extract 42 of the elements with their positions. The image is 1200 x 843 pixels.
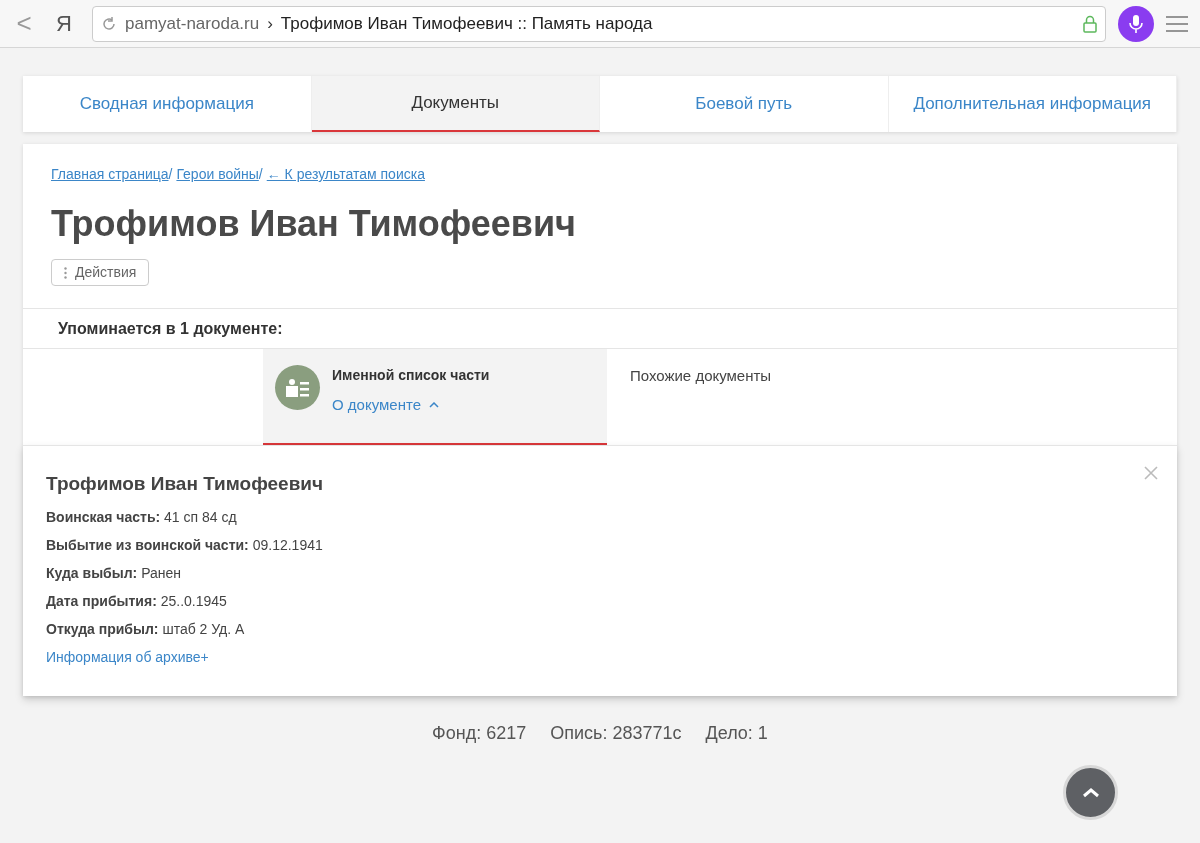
document-card[interactable]: Именной список части О документе — [263, 349, 607, 445]
reload-icon[interactable] — [101, 15, 117, 32]
breadcrumb-link[interactable]: ← К результатам поиска — [266, 164, 425, 185]
menu-icon[interactable] — [1166, 15, 1188, 32]
browser-logo[interactable]: Я — [48, 7, 80, 40]
detail-field: Дата прибытия: 25..0.1945 — [46, 590, 1154, 612]
archive-reference: Опись: 283771с — [550, 721, 682, 745]
detail-field: Откуда прибыл: штаб 2 Уд. А — [46, 618, 1154, 640]
detail-field: Выбытие из воинской части: 09.12.1941 — [46, 534, 1154, 556]
close-icon[interactable] — [1144, 466, 1158, 480]
chevron-up-icon — [429, 402, 439, 409]
archive-reference: Дело: 1 — [705, 721, 768, 745]
detail-field: Воинская часть: 41 сп 84 сд — [46, 506, 1154, 528]
detail-field: Куда выбыл: Ранен — [46, 562, 1154, 584]
lock-icon — [1083, 14, 1097, 33]
tab[interactable]: Дополнительная информация — [888, 76, 1177, 132]
person-name: Трофимов Иван Тимофеевич — [51, 202, 577, 246]
scroll-to-top-button[interactable] — [1063, 765, 1118, 820]
page-title: Трофимов Иван Тимофеевич :: Память народа — [280, 12, 654, 35]
breadcrumb-link[interactable]: Главная страница — [51, 164, 169, 185]
url-separator: › — [267, 12, 273, 35]
archive-info-link[interactable]: Информация об архиве+ — [46, 646, 209, 668]
archive-reference: Фонд: 6217 — [432, 721, 527, 745]
document-icon — [275, 365, 320, 410]
mentions-heading: Упоминается в 1 документе: — [58, 318, 283, 339]
tab[interactable]: Боевой путь — [600, 76, 889, 132]
voice-search-button[interactable] — [1118, 5, 1154, 42]
chevron-up-icon — [1081, 787, 1100, 798]
address-bar[interactable]: pamyat-naroda.ru › Трофимов Иван Тимофеевич :: Память народа — [92, 5, 1106, 42]
breadcrumb-separator: / — [168, 165, 173, 184]
back-button[interactable]: < — [12, 4, 36, 43]
url-domain: pamyat-naroda.ru — [125, 12, 260, 35]
breadcrumb-separator: / — [258, 165, 263, 184]
document-title: Именной список части — [332, 366, 490, 385]
tab[interactable]: Сводная информация — [23, 76, 312, 132]
detail-name: Трофимов Иван Тимофеевич — [46, 472, 324, 496]
about-document-link[interactable]: О документе — [332, 394, 490, 417]
more-vertical-icon — [64, 266, 67, 279]
tab[interactable]: Документы — [311, 76, 600, 132]
actions-button[interactable]: Действия — [51, 259, 150, 286]
microphone-icon — [1129, 13, 1143, 34]
breadcrumb-link[interactable]: Герои войны — [176, 164, 259, 185]
